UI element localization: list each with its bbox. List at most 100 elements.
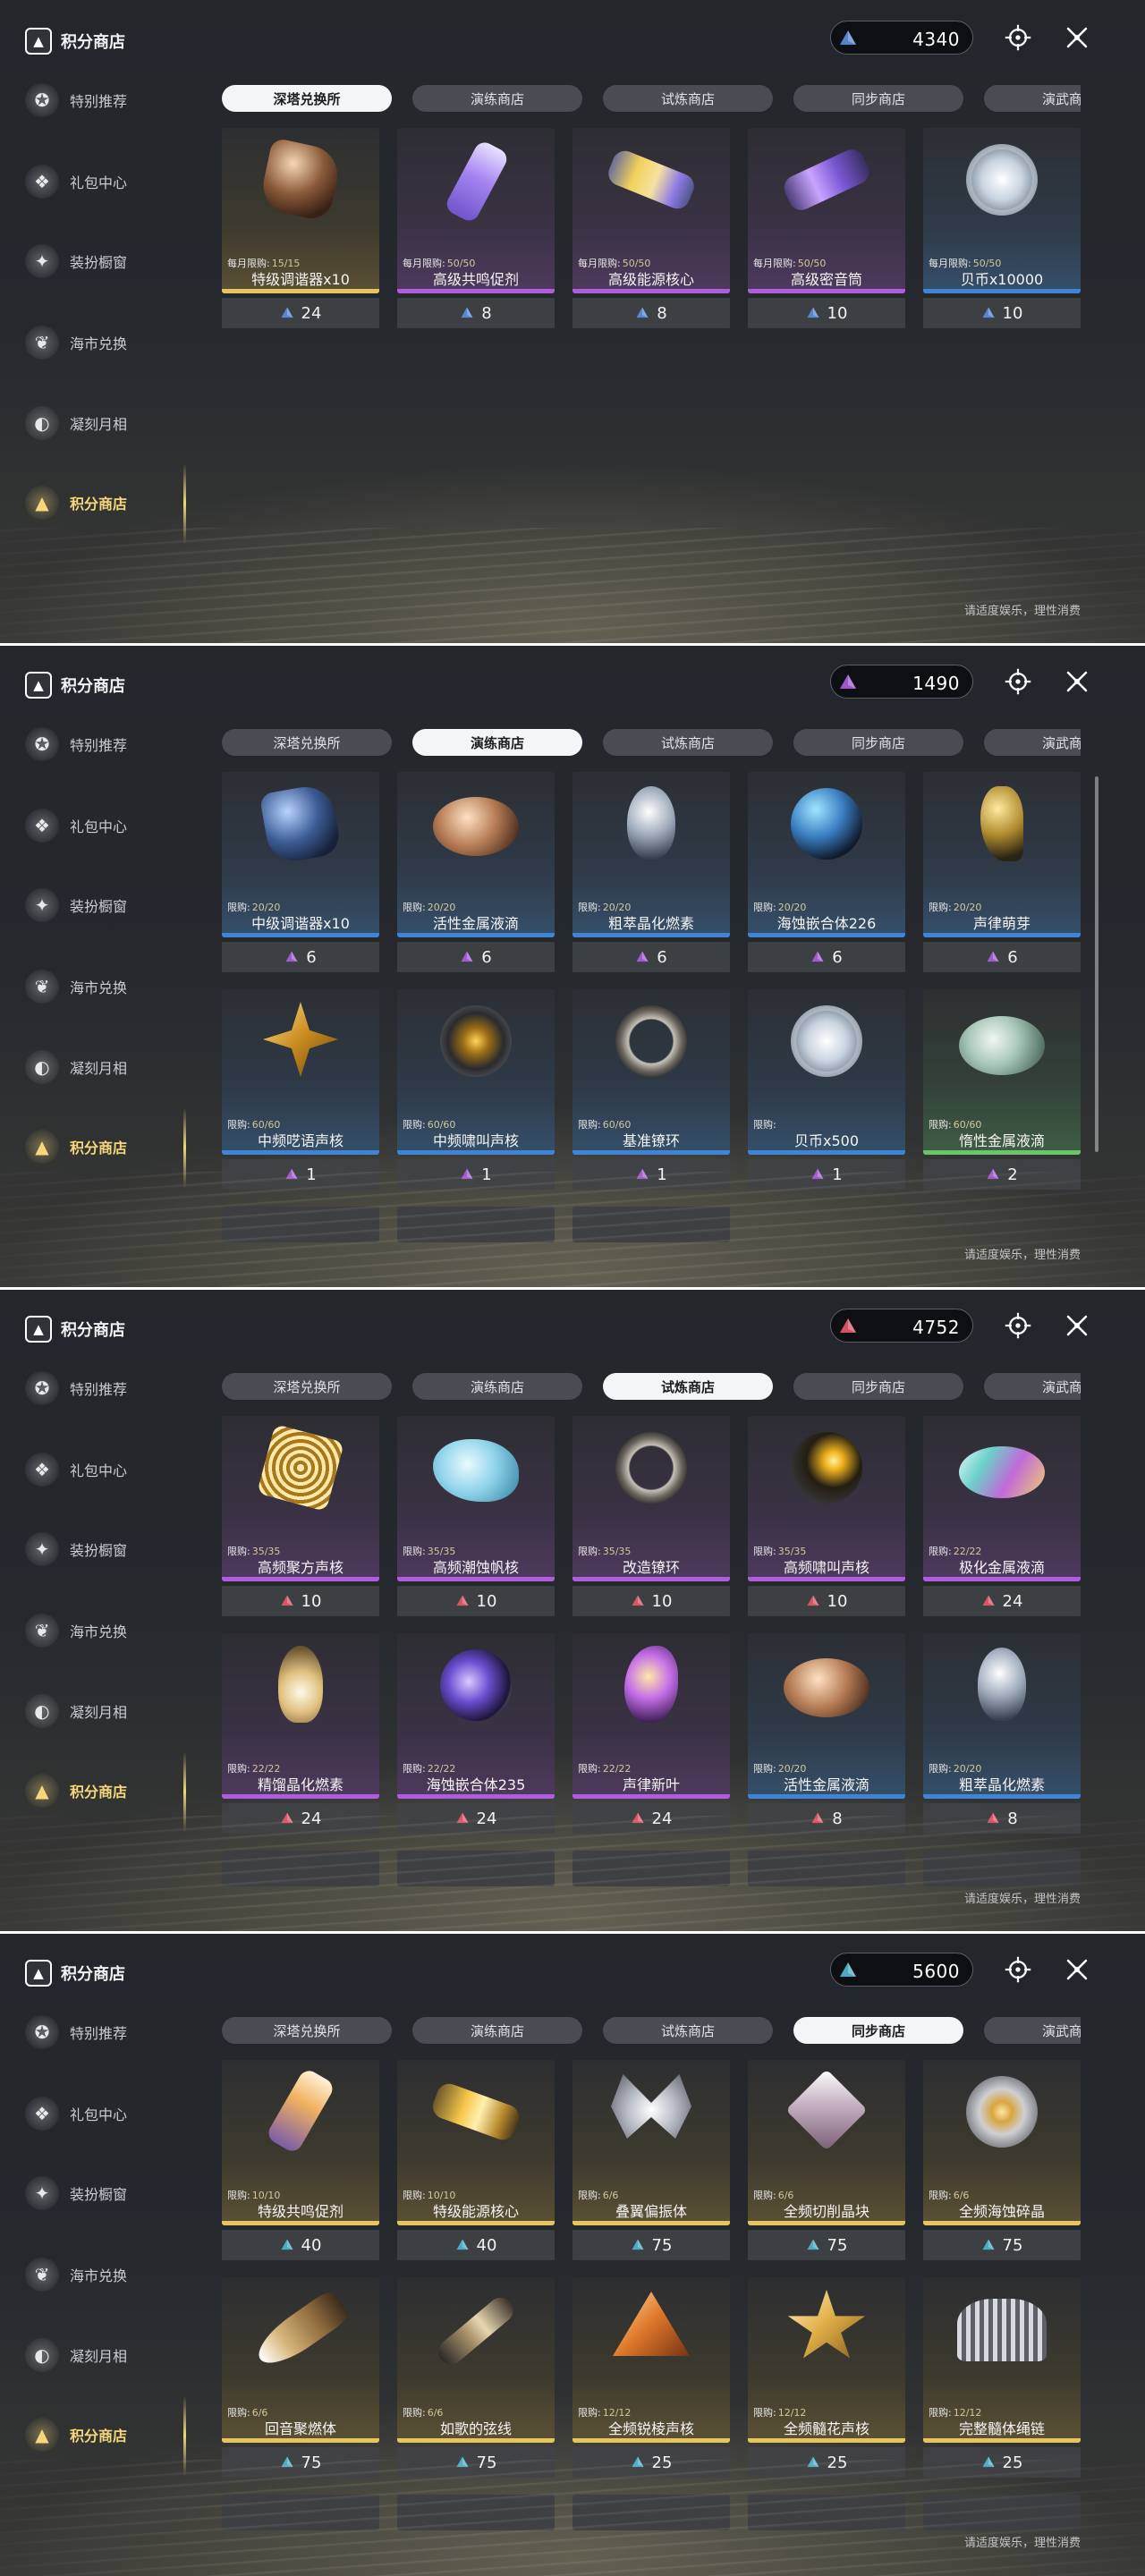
- sidebar-item-6[interactable]: ▲ 积分商店: [25, 1125, 186, 1168]
- sidebar-item-6[interactable]: ▲ 积分商店: [25, 1769, 186, 1812]
- tab-1[interactable]: 深塔兑换所: [222, 85, 392, 112]
- sidebar-item-4[interactable]: ❦ 海市兑换: [25, 1609, 186, 1652]
- shop-item-card[interactable]: 限购: 12/12 全频髓花声核 25: [748, 2277, 905, 2480]
- sidebar-item-6[interactable]: ▲ 积分商店: [25, 2413, 186, 2456]
- shop-item-card[interactable]: 限购: 20/20 海蚀嵌合体226 6: [748, 772, 905, 975]
- sidebar-item-1[interactable]: ✪ 特别推荐: [25, 1367, 186, 1410]
- sidebar-item-3[interactable]: ✦ 装扮橱窗: [25, 884, 186, 927]
- tab-1[interactable]: 深塔兑换所: [222, 2017, 392, 2044]
- currency-gem-icon: [455, 1594, 470, 1608]
- item-image-area: 限购: 6/6 叠翼偏振体: [572, 2060, 730, 2225]
- tab-1[interactable]: 深塔兑换所: [222, 1373, 392, 1400]
- shop-item-card[interactable]: 限购: 6/6 如歌的弦线 75: [397, 2277, 555, 2480]
- sidebar-item-1[interactable]: ✪ 特别推荐: [25, 79, 186, 122]
- tab-3[interactable]: 试炼商店: [603, 2017, 773, 2044]
- grid-scrollbar[interactable]: [1095, 776, 1098, 1152]
- item-name: 粗萃晶化燃素: [607, 915, 694, 932]
- tab-4[interactable]: 同步商店: [793, 2017, 963, 2044]
- shop-item-card[interactable]: 限购: 60/60 中频啸叫声核 1: [397, 989, 555, 1192]
- shop-item-card[interactable]: 每月限购: 15/15 特级调谐器x10 24: [222, 128, 379, 331]
- shop-item-card[interactable]: 限购: 贝币x500 1: [748, 989, 905, 1192]
- locate-button[interactable]: [1002, 1953, 1034, 1986]
- sidebar-item-4[interactable]: ❦ 海市兑换: [25, 965, 186, 1008]
- sidebar-item-2[interactable]: ❖ 礼包中心: [25, 2092, 186, 2135]
- sidebar-item-5[interactable]: ◐ 凝刻月相: [25, 1046, 186, 1089]
- shop-item-card[interactable]: 每月限购: 50/50 高级能源核心 8: [572, 128, 730, 331]
- shop-item-card[interactable]: 限购: 6/6 全频海蚀碎晶 75: [923, 2060, 1081, 2263]
- shop-item-card[interactable]: 限购: 60/60 惰性金属液滴 2: [923, 989, 1081, 1192]
- shop-item-card[interactable]: 限购: 35/35 高频啸叫声核 10: [748, 1416, 905, 1619]
- sidebar-item-3[interactable]: ✦ 装扮橱窗: [25, 240, 186, 283]
- sidebar-item-5[interactable]: ◐ 凝刻月相: [25, 1690, 186, 1733]
- sidebar-item-2[interactable]: ❖ 礼包中心: [25, 804, 186, 847]
- shop-item-card[interactable]: 限购: 35/35 高频聚方声核 10: [222, 1416, 379, 1619]
- sidebar-item-5[interactable]: ◐ 凝刻月相: [25, 2334, 186, 2377]
- shop-item-card[interactable]: 限购: 20/20 活性金属液滴 8: [748, 1633, 905, 1836]
- shop-item-card[interactable]: 限购: 20/20 粗萃晶化燃素 6: [572, 772, 730, 975]
- sidebar-item-3[interactable]: ✦ 装扮橱窗: [25, 2172, 186, 2215]
- shop-item-card[interactable]: 限购: 35/35 改造镣环 10: [572, 1416, 730, 1619]
- sidebar-item-3[interactable]: ✦ 装扮橱窗: [25, 1528, 186, 1571]
- shop-item-card[interactable]: 限购: 20/20 中级调谐器x10 6: [222, 772, 379, 975]
- shop-item-card[interactable]: 限购: 35/35 高频潮蚀帆核 10: [397, 1416, 555, 1619]
- rarity-bar: [572, 1794, 730, 1799]
- shop-item-card[interactable]: 限购: 12/12 全频锐棱声核 25: [572, 2277, 730, 2480]
- tab-2[interactable]: 演练商店: [412, 1373, 582, 1400]
- sidebar-item-5[interactable]: ◐ 凝刻月相: [25, 402, 186, 445]
- shop-item-card[interactable]: 限购: 20/20 活性金属液滴 6: [397, 772, 555, 975]
- shop-item-card[interactable]: 限购: 22/22 海蚀嵌合体235 24: [397, 1633, 555, 1836]
- tab-5[interactable]: 演武商店: [984, 85, 1081, 112]
- close-button[interactable]: [1061, 1953, 1093, 1986]
- shop-item-card[interactable]: 限购: 6/6 叠翼偏振体 75: [572, 2060, 730, 2263]
- tab-5[interactable]: 演武商店: [984, 729, 1081, 756]
- shop-item-card[interactable]: 限购: 60/60 基准镣环 1: [572, 989, 730, 1192]
- shop-item-card[interactable]: 限购: 60/60 中频呓语声核 1: [222, 989, 379, 1192]
- shop-item-card[interactable]: 每月限购: 50/50 贝币x10000 10: [923, 128, 1081, 331]
- close-button[interactable]: [1061, 1309, 1093, 1342]
- shop-item-card[interactable]: 限购: 20/20 粗萃晶化燃素 8: [923, 1633, 1081, 1836]
- rarity-bar: [748, 289, 905, 293]
- close-button[interactable]: [1061, 21, 1093, 54]
- tab-4[interactable]: 同步商店: [793, 1373, 963, 1400]
- locate-button[interactable]: [1002, 21, 1034, 54]
- shop-item-card[interactable]: 每月限购: 50/50 高级共鸣促剂 8: [397, 128, 555, 331]
- item-image-area: [572, 1207, 730, 1242]
- tab-3[interactable]: 试炼商店: [603, 1373, 773, 1400]
- sidebar-item-2[interactable]: ❖ 礼包中心: [25, 1448, 186, 1491]
- close-button[interactable]: [1061, 665, 1093, 698]
- locate-button[interactable]: [1002, 1309, 1034, 1342]
- sidebar-item-1[interactable]: ✪ 特别推荐: [25, 723, 186, 766]
- sidebar-item-1[interactable]: ✪ 特别推荐: [25, 2011, 186, 2054]
- currency-gem-icon: [280, 2455, 294, 2470]
- shop-item-card[interactable]: 限购: 6/6 全频切削晶块 75: [748, 2060, 905, 2263]
- orb-item-icon: [791, 788, 862, 860]
- tab-3[interactable]: 试炼商店: [603, 85, 773, 112]
- shop-item-card[interactable]: 限购: 6/6 回音聚燃体 75: [222, 2277, 379, 2480]
- currency-balance: 5600: [830, 1953, 973, 1987]
- item-image-area: 限购: 60/60 中频呓语声核: [222, 989, 379, 1155]
- tab-4[interactable]: 同步商店: [793, 85, 963, 112]
- tab-2[interactable]: 演练商店: [412, 85, 582, 112]
- shop-item-card[interactable]: 每月限购: 50/50 高级密音筒 10: [748, 128, 905, 331]
- sidebar-item-6[interactable]: ▲ 积分商店: [25, 481, 186, 524]
- tab-4[interactable]: 同步商店: [793, 729, 963, 756]
- shop-item-card[interactable]: 限购: 10/10 特级共鸣促剂 40: [222, 2060, 379, 2263]
- tab-5[interactable]: 演武商店: [984, 1373, 1081, 1400]
- sidebar-item-4[interactable]: ❦ 海市兑换: [25, 2253, 186, 2296]
- shop-item-card[interactable]: 限购: 20/20 声律萌芽 6: [923, 772, 1081, 975]
- item-name: 高级密音筒: [790, 271, 862, 288]
- shop-item-card[interactable]: 限购: 22/22 声律新叶 24: [572, 1633, 730, 1836]
- sidebar-item-2[interactable]: ❖ 礼包中心: [25, 160, 186, 203]
- flute-item-icon: [433, 2292, 519, 2369]
- tab-3[interactable]: 试炼商店: [603, 729, 773, 756]
- tab-2[interactable]: 演练商店: [412, 729, 582, 756]
- locate-button[interactable]: [1002, 665, 1034, 698]
- shop-item-card[interactable]: 限购: 12/12 完整髓体绳链 25: [923, 2277, 1081, 2480]
- sidebar-item-4[interactable]: ❦ 海市兑换: [25, 321, 186, 364]
- tab-1[interactable]: 深塔兑换所: [222, 729, 392, 756]
- shop-item-card[interactable]: 限购: 22/22 精馏晶化燃素 24: [222, 1633, 379, 1836]
- tab-5[interactable]: 演武商店: [984, 2017, 1081, 2044]
- shop-item-card[interactable]: 限购: 22/22 极化金属液滴 24: [923, 1416, 1081, 1619]
- tab-2[interactable]: 演练商店: [412, 2017, 582, 2044]
- shop-item-card[interactable]: 限购: 10/10 特级能源核心 40: [397, 2060, 555, 2263]
